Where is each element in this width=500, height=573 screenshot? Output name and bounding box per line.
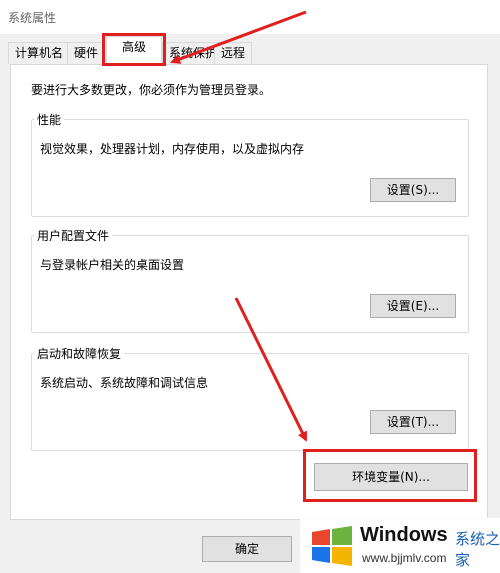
advanced-tab-panel: 要进行大多数更改，你必须作为管理员登录。 性能 视觉效果，处理器计划，内存使用，… [10,64,488,520]
startup-recovery-settings-button[interactable]: 设置(T)... [370,410,456,434]
tab-remote[interactable]: 远程 [214,42,253,64]
watermark-subtitle: 系统之家 [455,530,500,569]
tab-advanced[interactable]: 高级 [106,36,162,65]
ok-button[interactable]: 确定 [202,536,292,562]
watermark-title: Windows [360,524,448,546]
environment-variables-button[interactable]: 环境变量(N)... [314,463,468,491]
admin-note: 要进行大多数更改，你必须作为管理员登录。 [31,83,272,97]
startup-recovery-title: 启动和故障恢复 [34,345,125,362]
windows-logo-icon [312,526,352,566]
watermark: Windows 系统之家 www.bjjmlv.com [300,518,500,573]
user-profiles-group: 用户配置文件 与登录帐户相关的桌面设置 设置(E)... [31,227,469,333]
user-profiles-settings-button[interactable]: 设置(E)... [370,294,456,318]
startup-recovery-desc: 系统启动、系统故障和调试信息 [40,376,209,390]
performance-settings-button[interactable]: 设置(S)... [370,178,456,202]
user-profiles-title: 用户配置文件 [34,227,113,244]
performance-title: 性能 [34,111,65,128]
system-properties-window: 系统属性 计算机名 硬件 高级 系统保护 远程 要进行大多数更改，你必须作为管理… [0,0,500,573]
performance-group: 性能 视觉效果，处理器计划，内存使用，以及虚拟内存 设置(S)... [31,111,469,217]
watermark-url: www.bjjmlv.com [362,551,447,565]
title-bar: 系统属性 [0,0,500,34]
tab-computer-name[interactable]: 计算机名 [8,42,71,64]
startup-recovery-group: 启动和故障恢复 系统启动、系统故障和调试信息 设置(T)... [31,345,469,451]
tab-strip: 计算机名 硬件 高级 系统保护 远程 [0,34,500,65]
window-title: 系统属性 [8,11,57,25]
performance-desc: 视觉效果，处理器计划，内存使用，以及虚拟内存 [40,142,305,156]
user-profiles-desc: 与登录帐户相关的桌面设置 [40,258,185,272]
tab-hardware[interactable]: 硬件 [67,42,106,64]
